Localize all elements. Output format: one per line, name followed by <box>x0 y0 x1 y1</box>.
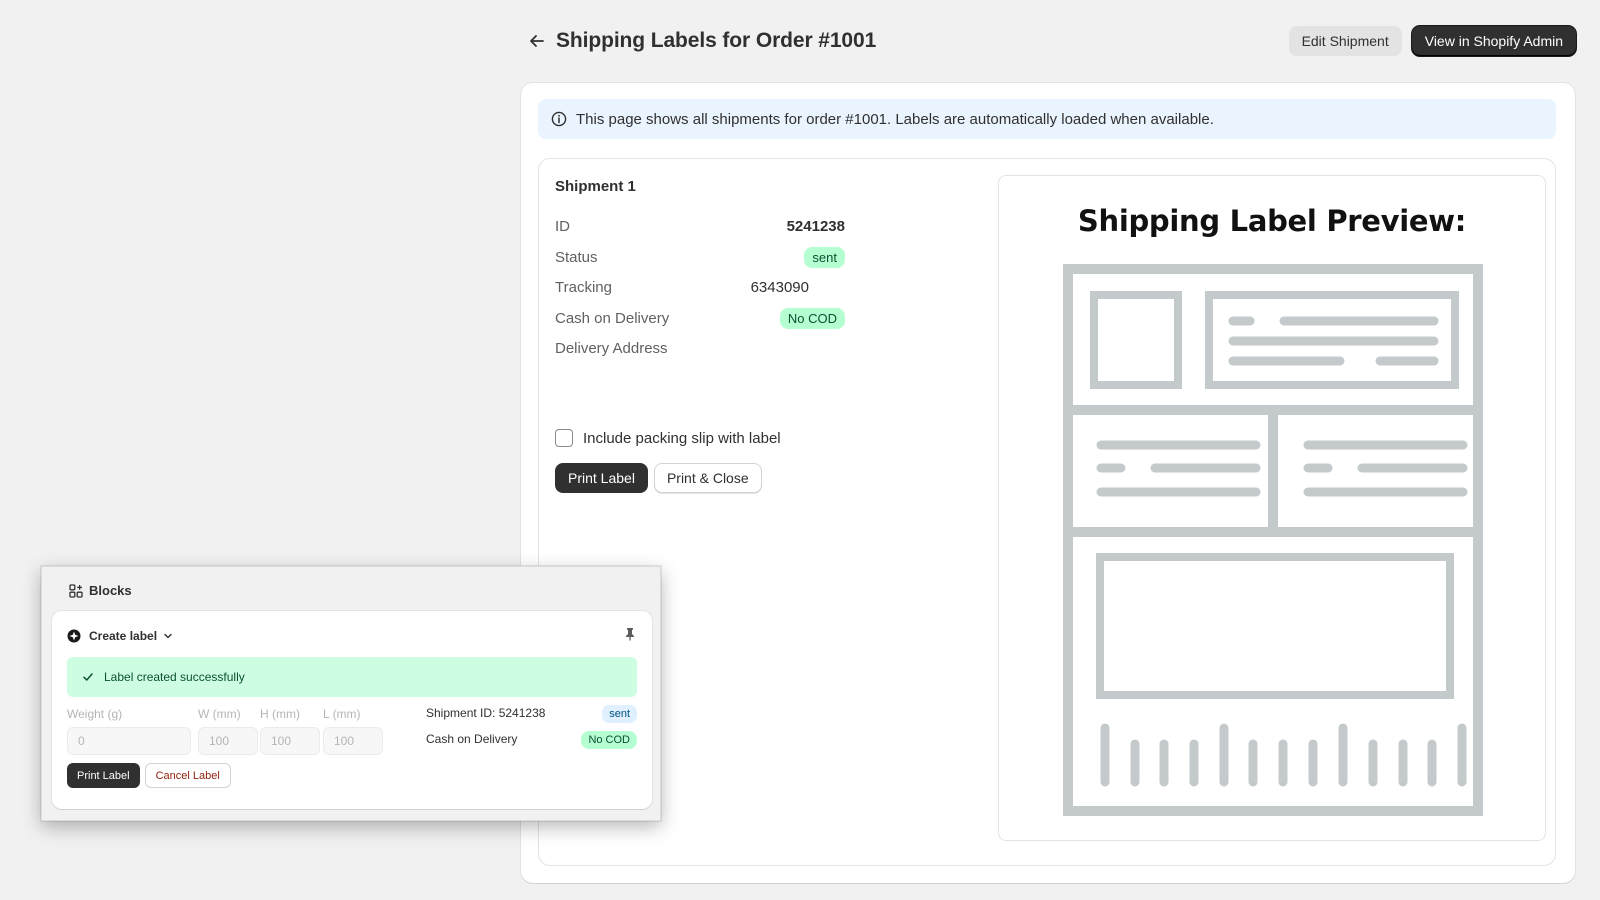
packing-slip-option[interactable]: Include packing slip with label <box>555 429 781 447</box>
info-banner: This page shows all shipments for order … <box>538 99 1556 139</box>
label-preview-title: Shipping Label Preview: <box>1077 204 1467 238</box>
length-input[interactable]: 100 <box>323 727 383 755</box>
shipment-id-value: 5241238 <box>786 217 845 235</box>
packing-slip-label[interactable]: Include packing slip with label <box>583 430 781 447</box>
delivery-address-row: Delivery Address <box>555 336 845 360</box>
blocks-title: Blocks <box>89 583 132 598</box>
info-icon <box>551 111 567 127</box>
blocks-panel: Blocks Create label Label created succes… <box>41 566 661 821</box>
cancel-label-button[interactable]: Cancel Label <box>144 763 231 788</box>
block-cod-label: Cash on Delivery <box>426 732 518 746</box>
main-card: This page shows all shipments for order … <box>521 83 1575 883</box>
header-actions: Edit Shipment View in Shopify Admin <box>1288 26 1576 56</box>
block-actions: Print Label Cancel Label <box>67 763 231 788</box>
shipment-id-line: Shipment ID: 5241238 sent <box>426 702 637 724</box>
length-label: L (mm) <box>323 707 361 721</box>
tracking-value: 6343090 <box>750 278 809 296</box>
create-label-block: Create label Label created successfully … <box>52 611 652 809</box>
block-cod-line: Cash on Delivery No COD <box>426 728 637 750</box>
height-label: H (mm) <box>260 707 300 721</box>
print-and-close-button[interactable]: Print & Close <box>653 463 762 493</box>
label-preview: Shipping Label Preview: <box>998 175 1546 841</box>
width-label: W (mm) <box>198 707 241 721</box>
page-header: Shipping Labels for Order #1001 Edit Shi… <box>522 24 1576 58</box>
print-label-button[interactable]: Print Label <box>555 463 648 493</box>
cod-badge: No COD <box>779 307 845 329</box>
weight-input[interactable]: 0 <box>67 727 191 755</box>
shipment-actions: Print Label Print & Close <box>555 463 762 493</box>
shipment-title: Shipment 1 <box>555 178 636 195</box>
page-title: Shipping Labels for Order #1001 <box>556 29 877 52</box>
shipment-id-label: ID <box>555 217 570 235</box>
blocks-icon <box>69 583 83 598</box>
height-input[interactable]: 100 <box>260 727 320 755</box>
edit-shipment-button[interactable]: Edit Shipment <box>1288 26 1402 56</box>
shipment-tracking-row: Tracking 6343090 <box>555 275 845 299</box>
delivery-address-label: Delivery Address <box>555 339 668 357</box>
back-button[interactable] <box>522 26 552 56</box>
shipment-id-row: ID 5241238 <box>555 214 845 238</box>
shipment-status-row: Status sent <box>555 245 845 269</box>
checkmark-icon <box>83 673 93 681</box>
blocks-header: Blocks <box>69 583 132 598</box>
chevron-down-icon[interactable] <box>162 630 174 642</box>
weight-label: Weight (g) <box>67 707 123 721</box>
app-logo-icon <box>67 629 81 643</box>
block-cod-badge: No COD <box>581 731 637 749</box>
tracking-label: Tracking <box>555 278 612 296</box>
info-banner-text: This page shows all shipments for order … <box>576 110 1214 128</box>
block-status-badge: sent <box>602 705 637 723</box>
pin-button[interactable] <box>624 627 636 646</box>
success-message: Label created successfully <box>104 670 245 684</box>
success-banner: Label created successfully <box>67 657 637 697</box>
shipping-label-illustration <box>1063 264 1483 816</box>
shipment-card: Shipment 1 ID 5241238 Status sent Tracki… <box>538 158 1556 866</box>
packing-slip-checkbox[interactable] <box>555 429 573 447</box>
width-input[interactable]: 100 <box>198 727 258 755</box>
block-print-label-button[interactable]: Print Label <box>67 763 140 788</box>
create-label-header[interactable]: Create label <box>67 629 174 643</box>
pin-icon <box>626 628 634 641</box>
create-label-title: Create label <box>89 629 158 643</box>
cod-label: Cash on Delivery <box>555 309 670 327</box>
status-badge: sent <box>804 246 845 268</box>
arrow-left-icon <box>530 35 544 47</box>
block-shipment-id: Shipment ID: 5241238 <box>426 706 546 720</box>
view-in-shopify-admin-button[interactable]: View in Shopify Admin <box>1411 26 1576 56</box>
shipment-status-label: Status <box>555 248 598 266</box>
shipment-cod-row: Cash on Delivery No COD <box>555 306 845 330</box>
